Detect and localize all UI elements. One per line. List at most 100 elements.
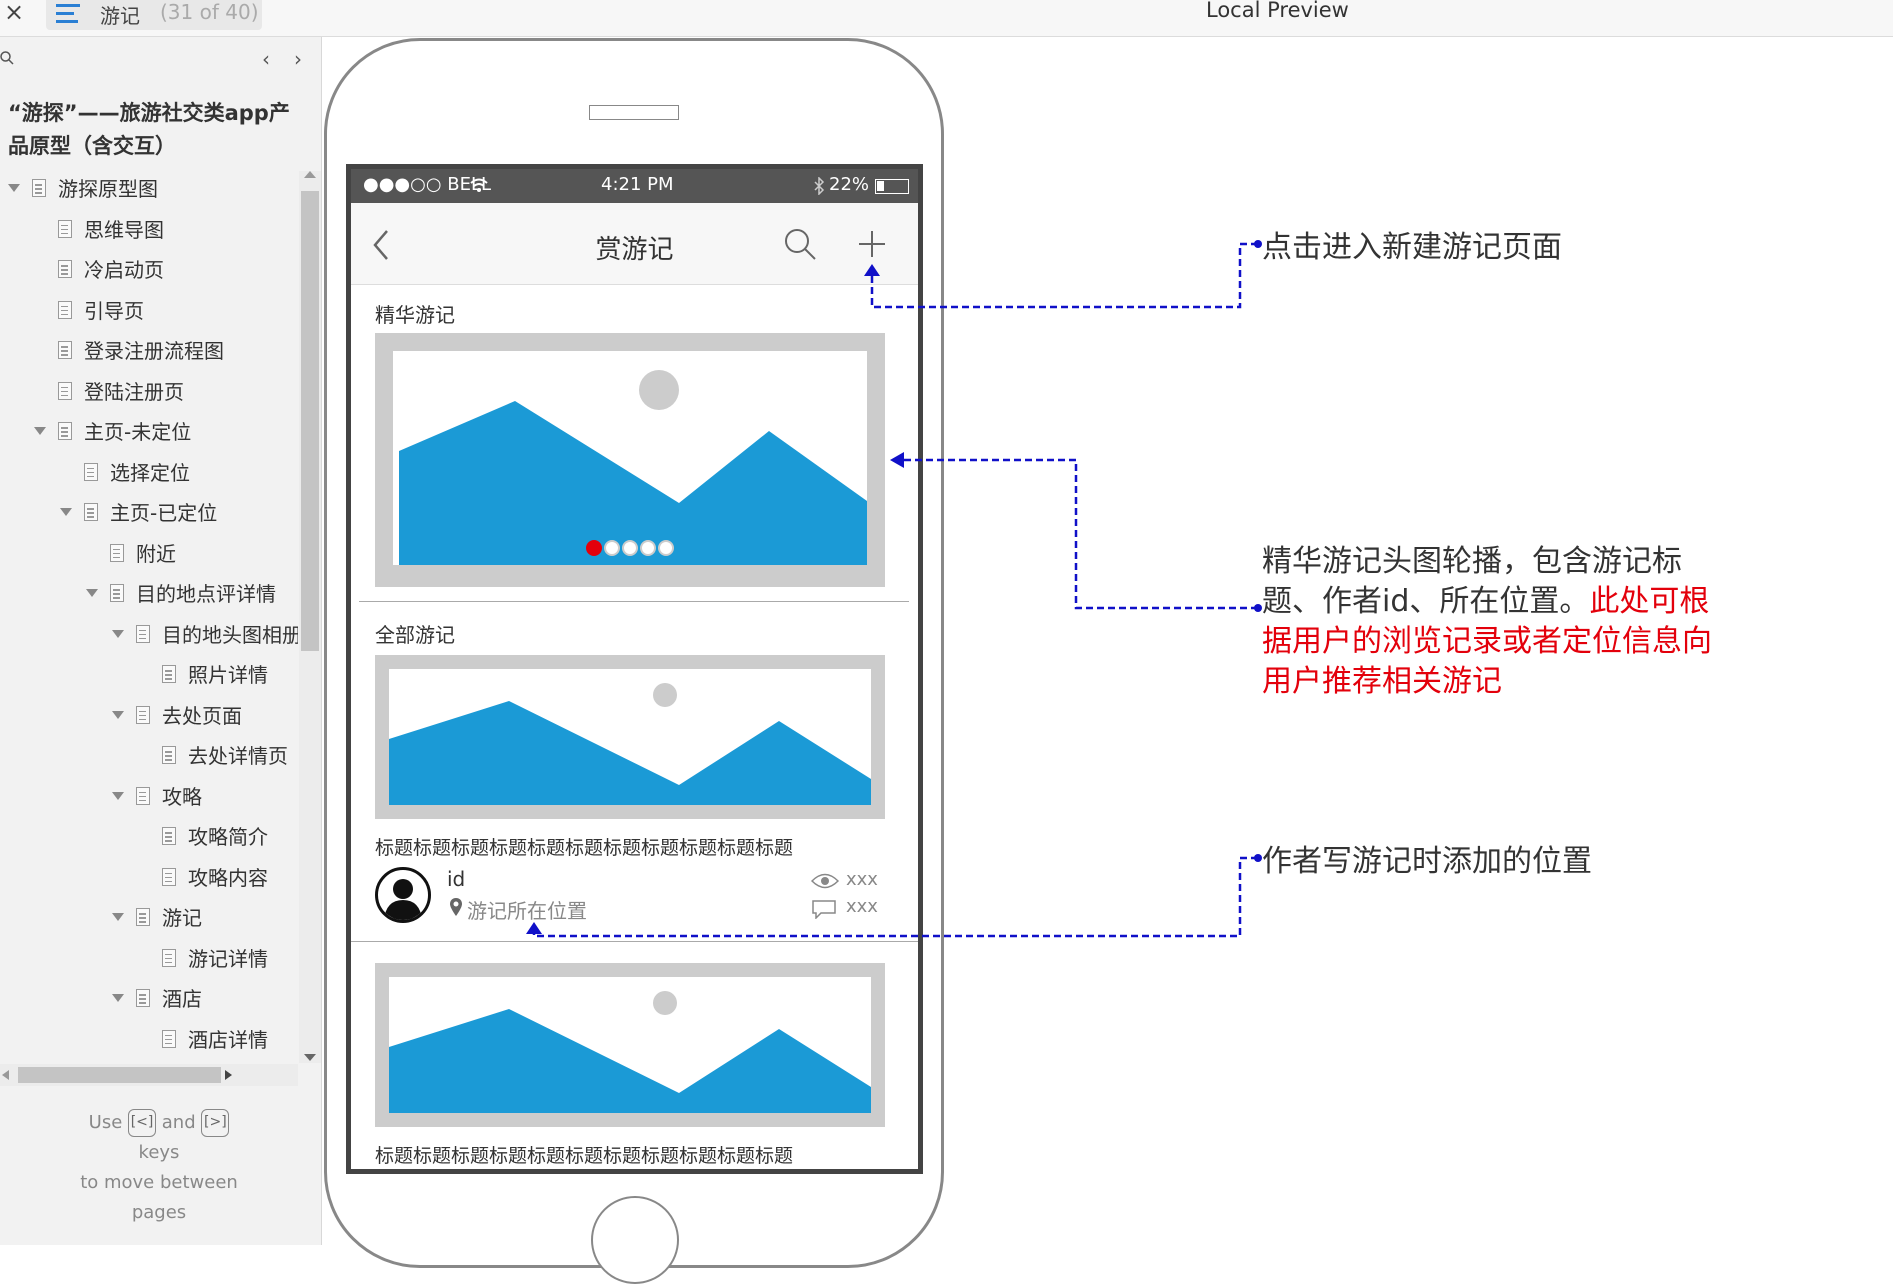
nav-bar: 赏游记	[351, 203, 918, 285]
card-title[interactable]: 标题标题标题标题标题标题标题标题标题标题标题	[375, 833, 793, 860]
search-icon[interactable]	[0, 51, 14, 65]
page-selector[interactable]: 游记 (31 of 40)	[46, 0, 262, 30]
page-doc-icon	[58, 381, 72, 400]
expand-arrow-icon[interactable]	[112, 629, 124, 638]
previous-page-icon[interactable]: ‹	[262, 47, 270, 71]
tree-item-label: 去处页面	[162, 703, 242, 728]
page-doc-icon	[58, 341, 72, 359]
tree-item-label: 游探原型图	[58, 177, 158, 201]
expand-arrow-icon[interactable]	[86, 589, 98, 597]
tree-item-label: 攻略	[162, 784, 202, 809]
image-placeholder-icon	[389, 683, 871, 805]
tree-item-label: 登陆注册页	[84, 379, 184, 404]
page-doc-icon	[136, 989, 150, 1007]
keyboard-hint: Use [<] and [>] keys to move between pag…	[0, 1108, 318, 1228]
scroll-thumb[interactable]	[301, 191, 319, 651]
carousel-dot[interactable]	[604, 539, 620, 556]
hint-and: and	[161, 1112, 196, 1133]
card-image	[389, 977, 871, 1113]
carousel-dot[interactable]	[622, 539, 638, 556]
hint-keys: keys	[138, 1142, 180, 1163]
page-doc-icon	[162, 867, 176, 886]
carousel-dot[interactable]	[658, 539, 674, 556]
horizontal-scrollbar[interactable]	[0, 1064, 298, 1086]
page-doc-icon	[58, 422, 72, 440]
expand-arrow-icon[interactable]	[112, 994, 124, 1002]
project-title: “游探”——旅游社交类app产品原型（含交互）	[8, 101, 290, 158]
tree-item-label: 去处详情页	[188, 744, 288, 768]
page-doc-icon	[84, 503, 98, 521]
next-key-icon: [>]	[201, 1109, 230, 1137]
card-image	[389, 669, 871, 805]
expand-arrow-icon[interactable]	[8, 184, 20, 192]
scroll-thumb-horizontal[interactable]	[18, 1067, 221, 1083]
location-text: 游记所在位置	[467, 899, 587, 923]
avatar[interactable]	[375, 867, 431, 923]
expand-arrow-icon[interactable]	[60, 508, 72, 516]
card-image-frame[interactable]	[375, 963, 885, 1127]
tree-item-label: 选择定位	[110, 460, 190, 485]
author-id[interactable]: id	[447, 867, 465, 891]
tree-item-label: 思维导图	[84, 217, 164, 242]
expand-arrow-icon[interactable]	[112, 791, 124, 800]
carousel-dot[interactable]	[640, 539, 656, 556]
page-count: (31 of 40)	[160, 0, 259, 24]
featured-section-label: 精华游记	[375, 303, 455, 327]
phone-speaker	[589, 105, 679, 120]
connector-carousel	[900, 458, 1258, 610]
hint-use: Use	[88, 1112, 123, 1133]
expand-arrow-icon[interactable]	[112, 710, 124, 719]
expand-arrow-icon[interactable]	[34, 427, 46, 435]
page-doc-icon	[162, 827, 176, 845]
eye-icon	[811, 873, 839, 889]
hint-move: to move between	[80, 1172, 238, 1193]
tree-item-label: 冷启动页	[84, 258, 164, 282]
tree-item-label: 攻略简介	[188, 825, 268, 849]
page-doc-icon	[136, 705, 150, 724]
tree-item-label: 目的地点评详情	[136, 582, 276, 606]
next-page-icon[interactable]: ›	[294, 47, 302, 71]
bluetooth-icon	[814, 177, 825, 195]
top-bar: × 游记 (31 of 40) Local Preview	[0, 0, 1893, 37]
add-icon[interactable]	[853, 225, 891, 263]
close-icon[interactable]: ×	[4, 0, 24, 26]
connector-dot	[1254, 604, 1262, 612]
tree-item-label: 目的地头图相册	[162, 622, 298, 647]
tree-item-label: 攻略内容	[188, 865, 268, 890]
page-doc-icon	[162, 1029, 176, 1048]
preview-title: Local Preview	[1206, 0, 1349, 22]
scroll-down-icon[interactable]	[304, 1054, 316, 1061]
scroll-left-icon[interactable]	[2, 1070, 9, 1080]
search-icon[interactable]	[781, 225, 819, 263]
page-doc-icon	[32, 179, 46, 197]
view-count: xxx	[846, 869, 878, 890]
card-image-frame[interactable]	[375, 655, 885, 819]
page-tree: 游探原型图 思维导图 冷启动页 引导页 登录注册流程图 登陆注册页 主页-未定位 选择定位 主页…	[0, 171, 298, 1063]
tree-item-label: 酒店详情	[188, 1027, 268, 1052]
tree-item-label: 照片详情	[188, 663, 268, 687]
page-doc-icon	[136, 786, 150, 805]
wifi-icon	[470, 178, 488, 192]
tree-item-label: 主页-已定位	[110, 501, 218, 525]
vertical-scrollbar[interactable]	[299, 171, 321, 1063]
card-title[interactable]: 标题标题标题标题标题标题标题标题标题标题标题	[375, 1141, 793, 1168]
scroll-right-icon[interactable]	[225, 1070, 232, 1080]
tree-item-label: 游记	[162, 906, 202, 930]
page-doc-icon	[162, 746, 176, 764]
image-placeholder-icon	[389, 991, 871, 1113]
featured-carousel[interactable]	[375, 333, 885, 587]
page-doc-icon	[58, 300, 72, 319]
carousel-dot[interactable]	[586, 539, 602, 556]
connector-dot	[1254, 240, 1262, 248]
page-doc-icon	[58, 219, 72, 238]
carousel-dots[interactable]	[393, 537, 867, 556]
page-name: 游记	[100, 4, 140, 28]
scroll-up-icon[interactable]	[304, 171, 316, 178]
page-doc-icon	[136, 908, 150, 926]
menu-icon[interactable]	[56, 4, 80, 24]
page-doc-icon	[58, 260, 72, 278]
expand-arrow-icon[interactable]	[112, 913, 124, 921]
hint-pages: pages	[131, 1202, 187, 1223]
card-divider	[351, 941, 918, 942]
battery-percent: 22%	[829, 174, 870, 195]
